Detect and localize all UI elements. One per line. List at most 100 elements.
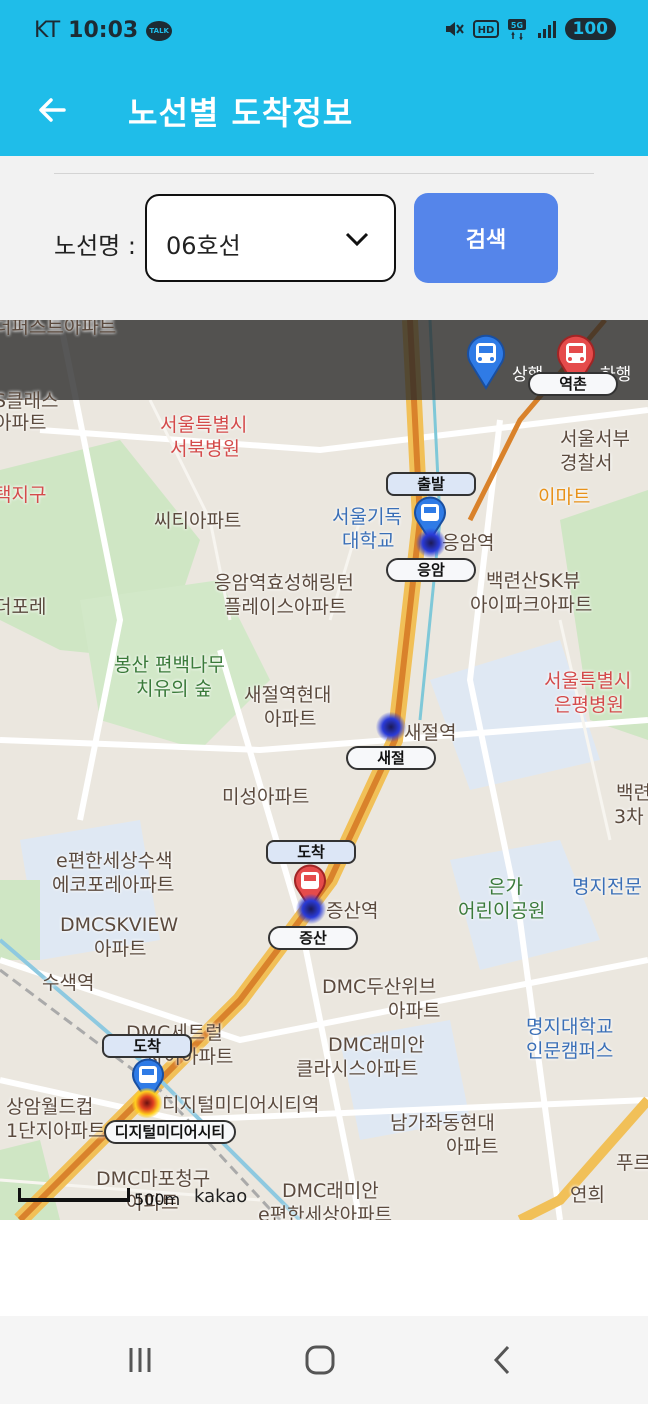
map-label: 새절역현대 [244,684,332,706]
map-label: e편한세상수색 [56,850,173,872]
app-bar: 노선별 도착정보 [0,66,648,156]
kakao-logo: kakao [194,1186,248,1207]
route-select[interactable]: 06호선 [145,194,396,282]
back-button[interactable] [30,88,74,132]
map-label: 서북병원 [170,438,240,460]
map-label: 3차 [614,806,644,828]
bus-position-dot [296,894,326,924]
start-tag: 출발 [386,472,476,496]
map-label: 아파트 [264,708,317,730]
map-label: 아파트 [446,1136,499,1158]
map-label: 증산역 [326,900,379,922]
map-label: DMC래미안 [328,1034,425,1056]
map-label: 이마트 [538,486,591,508]
map-label: 더포레 [0,596,47,618]
map-label: 은가 [488,876,523,898]
back-nav-icon [493,1345,510,1375]
scale-bar [18,1188,130,1202]
scale-label: 500m [134,1190,181,1209]
home-icon [305,1345,335,1375]
stop-label-yeokchon[interactable]: 역촌 [528,372,618,396]
arrive-tag: 도착 [102,1034,192,1058]
map-label: 경찰서 [560,452,613,474]
search-panel: 노선명 : 06호선 검색 [0,156,648,320]
recent-apps-icon [129,1348,151,1372]
signal-icon [537,21,556,38]
map-label: 1단지아파트 [6,1120,106,1142]
stop-label-eungam[interactable]: 응암 [386,558,476,582]
map-base [0,320,648,1220]
bus-position-dot [132,1088,162,1118]
map-label: 연희 [570,1184,605,1206]
bus-position-dot [416,528,446,558]
map-label: DMC래미안 [282,1180,379,1202]
page-title: 노선별 도착정보 [128,94,354,132]
map-label: 응암역 [442,532,495,554]
map-label: 수색역 [42,972,95,994]
route-map[interactable]: 상행 하행 역촌 더퍼스트아파트 S클래스 아파트 서울특별시 서북병원 서울서… [0,320,648,1220]
map-label: 서울특별시 [160,414,248,436]
map-label: 어린이공원 [458,900,546,922]
map-label: DMCSKVIEW [60,914,179,936]
map-label: S클래스 [0,390,59,412]
map-label: 응암역효성해링턴 [214,572,354,594]
map-label: e편한세상아파트 [258,1204,393,1220]
back-nav-button[interactable] [482,1342,522,1378]
home-button[interactable] [300,1342,340,1378]
map-label: 서울기독 [332,506,402,528]
arrow-left-icon [39,98,66,122]
map-label: 디지털미디어시티역 [162,1094,320,1116]
divider [54,173,594,174]
map-label: 상암월드컵 [6,1096,94,1118]
map-label: 미성아파트 [222,786,310,808]
kakaotalk-icon: TALK [146,20,173,41]
map-label: 인문캠퍼스 [526,1040,614,1062]
chevron-down-icon [345,232,369,247]
hd-icon: HD [472,20,499,38]
map-label: 치유의 숲 [136,678,212,700]
search-button[interactable]: 검색 [414,193,558,283]
mute-icon [445,22,464,36]
map-label: 클라시스아파트 [296,1058,419,1080]
status-right: HD 5G 100 [443,18,616,40]
map-label: 더퍼스트아파트 [0,320,117,338]
map-label: 플레이스아파트 [224,596,347,618]
map-label: 에코포레아파트 [52,874,175,896]
status-bar: KT 10:03 TALK HD 5G 100 [0,0,648,66]
bus-up-legend-icon [467,334,505,390]
map-label: 명지전문 [572,876,642,898]
map-label: 은평병원 [554,694,624,716]
stop-label-dmc[interactable]: 디지털미디어시티 [104,1120,236,1144]
route-label: 노선명 : [54,232,136,260]
map-label: DMC두산위브 [322,976,437,998]
carrier: KT [34,18,61,43]
bus-position-dot [376,712,406,742]
map-label: 남가좌동현대 [390,1112,495,1134]
map-label: 푸르 [616,1152,648,1174]
map-label: 아파트 [0,412,47,434]
map-label: 씨티아파트 [154,510,242,532]
map-label: 택지구 [0,484,47,506]
5g-icon: 5G [507,19,526,40]
battery-level: 100 [564,18,616,40]
map-label: 서울서부 [560,428,630,450]
map-label: 아파트 [94,938,147,960]
map-label: 아이파크아파트 [470,594,593,616]
map-label: 새절역 [404,722,457,744]
svg-text:HD: HD [477,25,494,36]
stop-label-saejeol[interactable]: 새절 [346,746,436,770]
stop-label-jeungsan[interactable]: 증산 [268,926,358,950]
map-label: 서울특별시 [544,670,632,692]
map-label: 백련산SK뷰 [486,570,581,592]
map-label: 백련 [616,782,648,804]
system-nav-bar [0,1316,648,1404]
clock: 10:03 [68,18,139,43]
svg-text:5G: 5G [510,21,522,30]
arrive-tag: 도착 [266,840,356,864]
map-label: 아파트 [388,1000,441,1022]
status-left: KT 10:03 TALK [34,18,173,43]
map-label: 봉산 편백나무 [114,654,225,676]
recent-apps-button[interactable] [120,1342,160,1378]
route-select-value: 06호선 [166,232,241,260]
map-label: 명지대학교 [526,1016,614,1038]
